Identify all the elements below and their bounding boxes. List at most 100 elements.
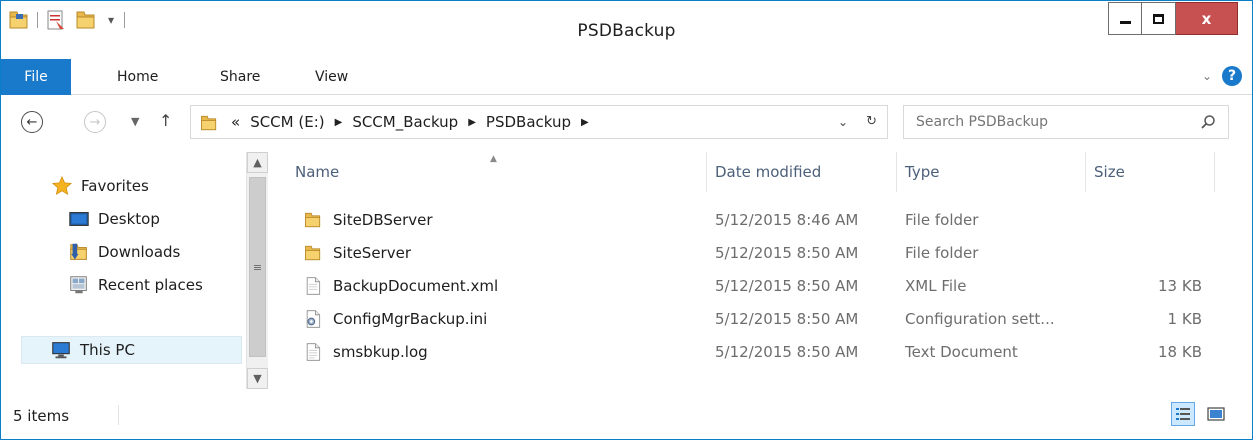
address-bar[interactable]: « SCCM (E:) ▶ SCCM_Backup ▶ PSDBackup ▶ … (190, 105, 888, 139)
tab-view[interactable]: View (315, 59, 348, 95)
file-size: 18 KB (1158, 342, 1202, 361)
table-row[interactable]: SiteServer 5/12/2015 8:50 AM File folder (287, 236, 1227, 269)
forward-arrow-icon: → (89, 114, 101, 130)
file-date: 5/12/2015 8:50 AM (715, 342, 859, 361)
file-size: 1 KB (1167, 309, 1202, 328)
scrollbar-thumb[interactable]: ≡ (249, 177, 266, 357)
column-header-name[interactable]: Name (287, 152, 707, 192)
close-button[interactable]: x (1176, 2, 1238, 35)
file-name: ConfigMgrBackup.ini (333, 309, 488, 328)
table-row[interactable]: SiteDBServer 5/12/2015 8:46 AM File fold… (287, 203, 1227, 236)
downloads-folder-icon (68, 241, 90, 263)
address-controls: ⌄ ↻ (838, 114, 877, 129)
file-type: File folder (905, 210, 979, 229)
folder-icon (303, 210, 323, 230)
sidebar-item-recent-places[interactable]: Recent places (68, 271, 308, 299)
sidebar-item-label: Favorites (81, 177, 149, 195)
file-name-cell: BackupDocument.xml (303, 269, 498, 302)
sidebar-item-desktop[interactable]: Desktop (68, 205, 308, 233)
help-icon[interactable]: ? (1222, 66, 1242, 86)
sidebar-item-label: Downloads (98, 243, 181, 261)
ribbon-tab-bar: File Home Share View ⌄ ? (1, 59, 1252, 95)
column-header-size[interactable]: Size (1086, 152, 1215, 192)
sidebar-item-label: This PC (80, 341, 135, 359)
file-size (1086, 203, 1202, 236)
status-separator (118, 405, 119, 425)
table-row[interactable]: smsbkup.log 5/12/2015 8:50 AM Text Docum… (287, 335, 1227, 368)
file-list: ▲ Name Date modified Type Size SiteDBSer… (287, 152, 1227, 389)
breadcrumb-separator-icon[interactable]: ▶ (581, 117, 589, 128)
up-arrow-icon[interactable]: ↑ (159, 111, 172, 130)
breadcrumb-separator-icon[interactable]: ▶ (335, 117, 343, 128)
file-type: Text Document (905, 342, 1018, 361)
search-box[interactable] (903, 105, 1229, 139)
expand-ribbon-chevron-icon[interactable]: ⌄ (1202, 69, 1212, 83)
recent-places-icon (68, 274, 90, 296)
status-bar: 5 items (1, 397, 1252, 439)
large-icons-view-icon (1207, 407, 1225, 421)
tab-home[interactable]: Home (117, 59, 158, 95)
refresh-icon[interactable]: ↻ (866, 114, 877, 129)
scroll-up-icon[interactable]: ▲ (247, 152, 268, 173)
back-button[interactable]: ← (21, 111, 43, 133)
breadcrumb-overflow[interactable]: « (231, 113, 240, 131)
desktop-icon (68, 208, 90, 230)
tab-file[interactable]: File (1, 59, 71, 95)
settings-file-icon (303, 309, 323, 329)
scroll-down-icon[interactable]: ▼ (247, 368, 268, 389)
maximize-icon (1153, 13, 1164, 24)
file-date: 5/12/2015 8:50 AM (715, 309, 859, 328)
window-title: PSDBackup (577, 21, 676, 41)
breadcrumb-separator-icon[interactable]: ▶ (468, 117, 476, 128)
maximize-button[interactable] (1142, 2, 1176, 35)
folder-icon (303, 243, 323, 263)
file-name-cell: smsbkup.log (303, 335, 428, 368)
file-date: 5/12/2015 8:50 AM (715, 276, 859, 295)
file-name: smsbkup.log (333, 342, 428, 361)
file-date: 5/12/2015 8:46 AM (715, 210, 859, 229)
large-icons-view-button[interactable] (1204, 402, 1228, 426)
file-size: 13 KB (1158, 276, 1202, 295)
breadcrumb-item[interactable]: PSDBackup (486, 113, 571, 131)
navigation-pane: Favorites Desktop Downloads Recent place… (1, 152, 269, 389)
file-type: File folder (905, 243, 979, 262)
sidebar-item-this-pc[interactable]: This PC (21, 336, 242, 364)
minimize-button[interactable] (1108, 2, 1142, 35)
explorer-window: ▾ PSDBackup x File Home Share View ⌄ ? ← (0, 0, 1253, 440)
file-name: SiteServer (333, 243, 411, 262)
breadcrumb: « SCCM (E:) ▶ SCCM_Backup ▶ PSDBackup ▶ (231, 113, 599, 131)
title-bar[interactable]: ▾ PSDBackup x (1, 1, 1252, 59)
back-arrow-icon: ← (26, 114, 38, 130)
file-size (1086, 236, 1202, 269)
breadcrumb-item[interactable]: SCCM_Backup (352, 113, 458, 131)
file-name-cell: SiteDBServer (303, 203, 433, 236)
file-name: BackupDocument.xml (333, 276, 499, 295)
file-type: XML File (905, 276, 967, 295)
recent-locations-dropdown-icon[interactable]: ▼ (131, 115, 139, 128)
forward-button[interactable]: → (84, 111, 106, 133)
file-type: Configuration sett... (905, 309, 1055, 328)
search-icon[interactable] (1200, 114, 1216, 134)
column-header-type[interactable]: Type (897, 152, 1086, 192)
caption-buttons: x (1108, 2, 1238, 35)
table-row[interactable]: BackupDocument.xml 5/12/2015 8:50 AM XML… (287, 269, 1227, 302)
item-count: 5 items (13, 407, 70, 425)
breadcrumb-item[interactable]: SCCM (E:) (250, 113, 324, 131)
file-name-cell: SiteServer (303, 236, 411, 269)
search-input[interactable] (916, 112, 1186, 132)
file-date: 5/12/2015 8:50 AM (715, 243, 859, 262)
navigation-pane-scrollbar[interactable]: ▲ ≡ ▼ (246, 152, 268, 389)
details-view-icon (1176, 408, 1190, 420)
sidebar-item-label: Desktop (98, 210, 160, 228)
minimize-icon (1119, 21, 1131, 24)
details-view-button[interactable] (1171, 402, 1195, 426)
column-header-date-modified[interactable]: Date modified (707, 152, 897, 192)
sidebar-item-downloads[interactable]: Downloads (68, 238, 308, 266)
file-name: SiteDBServer (333, 210, 433, 229)
text-file-icon (303, 342, 323, 362)
address-history-dropdown-icon[interactable]: ⌄ (838, 115, 848, 129)
tab-share[interactable]: Share (220, 59, 260, 95)
this-pc-icon (50, 339, 72, 361)
star-icon (51, 175, 73, 197)
table-row[interactable]: ConfigMgrBackup.ini 5/12/2015 8:50 AM Co… (287, 302, 1227, 335)
